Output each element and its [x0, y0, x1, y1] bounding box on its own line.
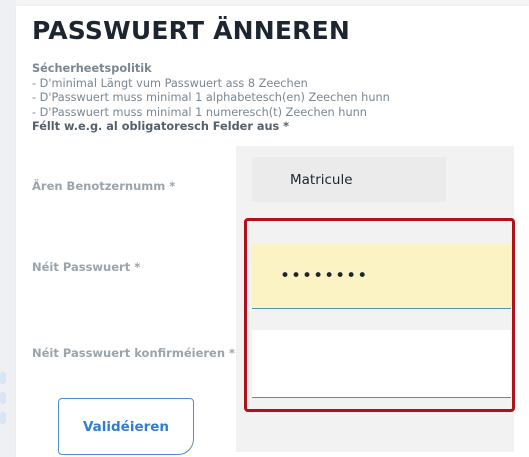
left-gutter-marker [0, 372, 6, 384]
form-card: PASSWUERT ÄNNEREN Sécherheetspolitik - D… [16, 6, 529, 457]
new-password-input[interactable] [252, 243, 511, 309]
left-gutter [0, 0, 16, 457]
required-fields-note: Féllt w.e.g. al obligatoresch Felder aus… [32, 120, 290, 133]
left-gutter-marker [0, 392, 6, 404]
username-input[interactable] [252, 157, 446, 202]
policy-rule: - D'minimal Längt vum Passwuert ass 8 Ze… [32, 76, 308, 90]
submit-button[interactable]: Validéieren [58, 398, 194, 455]
page-title: PASSWUERT ÄNNEREN [32, 16, 351, 45]
security-policy: Sécherheetspolitik - D'minimal Längt vum… [32, 62, 390, 135]
new-password-label: Néit Passwuert * [32, 260, 141, 274]
policy-heading: Sécherheetspolitik [32, 62, 152, 75]
confirm-password-label: Néit Passwuert konfirméieren * [32, 346, 236, 360]
change-password-page: PASSWUERT ÄNNEREN Sécherheetspolitik - D… [0, 0, 529, 457]
policy-rule: - D'Passwuert muss minimal 1 alphabetesc… [32, 91, 390, 104]
username-label: Ären Benotzernumm * [32, 179, 176, 193]
left-gutter-marker [0, 412, 6, 424]
policy-rule: - D'Passwuert muss minimal 1 numeresch(t… [32, 105, 367, 119]
confirm-password-input[interactable] [252, 330, 511, 398]
